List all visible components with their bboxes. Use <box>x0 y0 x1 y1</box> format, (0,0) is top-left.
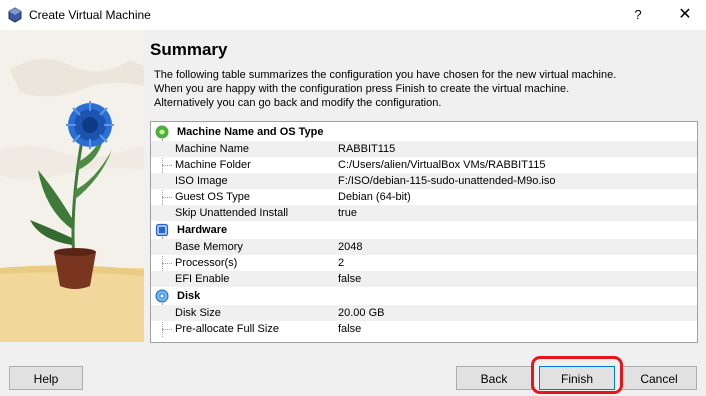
disk-icon <box>155 289 169 303</box>
wizard-illustration <box>0 30 144 342</box>
close-button[interactable]: ✕ <box>674 4 696 26</box>
row-key: Guest OS Type <box>175 191 251 203</box>
row-value: C:/Users/alien/VirtualBox VMs/RABBIT115 <box>338 159 546 171</box>
tree-row[interactable]: EFI Enable false <box>151 271 697 287</box>
row-key: Pre-allocate Full Size <box>175 323 279 335</box>
chip-icon <box>155 223 169 237</box>
tree-row[interactable]: Guest OS Type Debian (64-bit) <box>151 189 697 205</box>
page-title: Summary <box>150 40 228 59</box>
description-line: The following table summarizes the confi… <box>154 69 617 81</box>
finish-highlight-annotation <box>531 356 623 394</box>
row-key: Skip Unattended Install <box>175 207 289 219</box>
group-label: Hardware <box>177 224 228 236</box>
back-button[interactable]: Back <box>456 366 532 390</box>
description-line: When you are happy with the configuratio… <box>154 83 570 95</box>
row-key: Machine Folder <box>175 159 251 171</box>
row-value: true <box>338 207 357 219</box>
row-key: Machine Name <box>175 143 249 155</box>
row-key: Base Memory <box>175 241 243 253</box>
group-hardware[interactable]: Hardware <box>151 222 697 238</box>
row-key: ISO Image <box>175 175 228 187</box>
group-label: Machine Name and OS Type <box>177 126 324 138</box>
row-key: EFI Enable <box>175 273 230 285</box>
row-value: 20.00 GB <box>338 307 385 319</box>
os-type-icon <box>155 125 169 139</box>
tree-row[interactable]: Machine Folder C:/Users/alien/VirtualBox… <box>151 157 697 173</box>
tree-row[interactable]: ISO Image F:/ISO/debian-115-sudo-unatten… <box>151 173 697 189</box>
group-label: Disk <box>177 290 201 302</box>
title-bar: Create Virtual Machine ? ✕ <box>0 0 706 30</box>
tree-row[interactable]: Processor(s) 2 <box>151 255 697 271</box>
row-value: false <box>338 323 362 335</box>
row-key: Disk Size <box>175 307 221 319</box>
tree-row[interactable]: Disk Size 20.00 GB <box>151 305 697 321</box>
tree-row[interactable]: Pre-allocate Full Size false <box>151 321 697 337</box>
tree-row[interactable]: Machine Name RABBIT115 <box>151 141 697 157</box>
row-value: 2048 <box>338 241 363 253</box>
group-machine-name[interactable]: Machine Name and OS Type <box>151 124 697 140</box>
summary-description: The following table summarizes the confi… <box>154 68 694 110</box>
help-button[interactable]: Help <box>9 366 83 390</box>
tree-row[interactable]: Base Memory 2048 <box>151 239 697 255</box>
row-value: 2 <box>338 257 345 269</box>
context-help-button[interactable]: ? <box>628 5 648 25</box>
cancel-button[interactable]: Cancel <box>621 366 697 390</box>
group-disk[interactable]: Disk <box>151 288 697 304</box>
row-key: Processor(s) <box>175 257 238 269</box>
description-line: Alternatively you can go back and modify… <box>154 97 442 109</box>
virtualbox-icon <box>8 7 22 23</box>
row-value: F:/ISO/debian-115-sudo-unattended-M9o.is… <box>338 175 556 187</box>
row-value: RABBIT115 <box>338 143 396 155</box>
row-value: Debian (64-bit) <box>338 191 411 203</box>
row-value: false <box>338 273 362 285</box>
flower-pot-illustration <box>0 30 144 342</box>
window-title: Create Virtual Machine <box>29 8 151 22</box>
summary-tree[interactable]: Machine Name and OS Type Machine Name RA… <box>150 121 698 343</box>
tree-row[interactable]: Skip Unattended Install true <box>151 205 697 221</box>
